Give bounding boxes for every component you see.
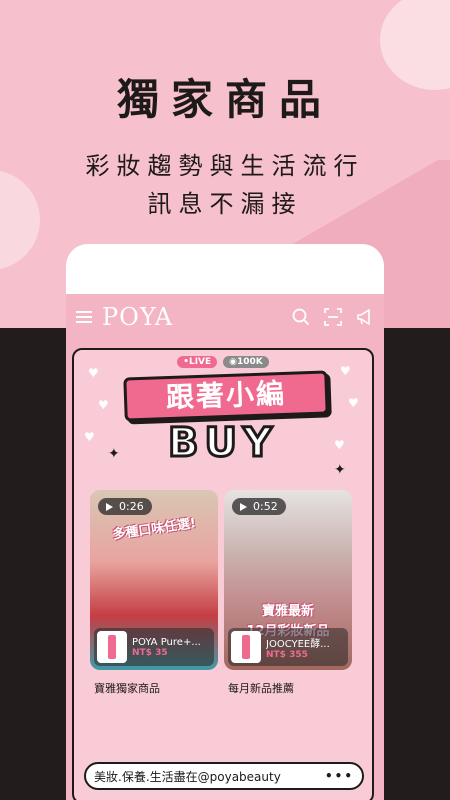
duration-text: 0:26 <box>119 500 144 513</box>
phone-mockup: POYA •LIVE ◉100K ♥ ♥ ♥ ♥ ♥ ♥ ✦ ✦ 跟著小編 BU… <box>66 244 384 800</box>
more-icon[interactable]: ••• <box>325 769 354 783</box>
video-duration: 0:26 <box>98 498 152 515</box>
product-name: JOOCYEE酵... <box>266 638 330 650</box>
promo-headline: 獨家商品 <box>116 75 333 124</box>
live-badges: •LIVE ◉100K <box>74 356 372 368</box>
play-icon <box>106 502 113 511</box>
product-thumbnail <box>231 631 261 663</box>
menu-icon[interactable] <box>76 311 92 323</box>
video-caption-line1: 寶雅最新 <box>261 604 314 619</box>
video-label[interactable]: 寶雅獨家商品 <box>94 680 160 696</box>
megaphone-icon[interactable] <box>356 308 374 326</box>
views-badge: ◉100K <box>223 356 269 368</box>
video-duration: 0:52 <box>232 498 286 515</box>
product-name: POYA Pure+... <box>132 636 201 648</box>
video-label[interactable]: 每月新品推薦 <box>228 680 294 696</box>
product-price: NT$ 355 <box>266 649 308 660</box>
heart-icon: ♥ <box>348 396 359 410</box>
search-icon[interactable] <box>292 308 310 326</box>
live-banner[interactable]: •LIVE ◉100K ♥ ♥ ♥ ♥ ♥ ♥ ✦ ✦ 跟著小編 BUY 0:2… <box>72 348 374 800</box>
product-tag[interactable]: POYA Pure+... NT$ 35 <box>94 628 214 666</box>
promo-subline-1: 彩妝趨勢與生活流行 <box>85 152 365 180</box>
product-price: NT$ 35 <box>132 647 168 658</box>
poya-logo[interactable]: POYA <box>102 303 173 331</box>
promo-subline-2: 訊息不漏接 <box>147 190 303 218</box>
banner-buy: BUY <box>167 419 278 468</box>
banner-title: 跟著小編 <box>165 376 287 415</box>
product-thumbnail <box>97 631 127 663</box>
app-header: POYA <box>66 294 384 340</box>
play-icon <box>240 502 247 511</box>
duration-text: 0:52 <box>253 500 278 513</box>
heart-icon: ♥ <box>98 398 109 412</box>
scan-icon[interactable] <box>324 308 342 326</box>
social-footer-text: 美妝.保養.生活盡在@poyabeauty <box>94 769 281 784</box>
video-card[interactable]: 0:26 多種口味任選! POYA Pure+... NT$ 35 <box>90 490 218 670</box>
social-footer[interactable]: 美妝.保養.生活盡在@poyabeauty ••• <box>84 762 364 790</box>
heart-icon: ♥ <box>340 364 351 378</box>
header-icons <box>292 308 374 326</box>
app-content: •LIVE ◉100K ♥ ♥ ♥ ♥ ♥ ♥ ✦ ✦ 跟著小編 BUY 0:2… <box>66 340 384 800</box>
product-tag[interactable]: JOOCYEE酵... NT$ 355 <box>228 628 348 666</box>
banner-title-box: 跟著小編 <box>123 370 329 422</box>
heart-icon: ♥ <box>88 366 99 380</box>
live-badge: •LIVE <box>177 356 218 368</box>
video-card[interactable]: 0:52 寶雅最新 12月彩妝新品 JOOCYEE酵... NT$ 355 <box>224 490 352 670</box>
